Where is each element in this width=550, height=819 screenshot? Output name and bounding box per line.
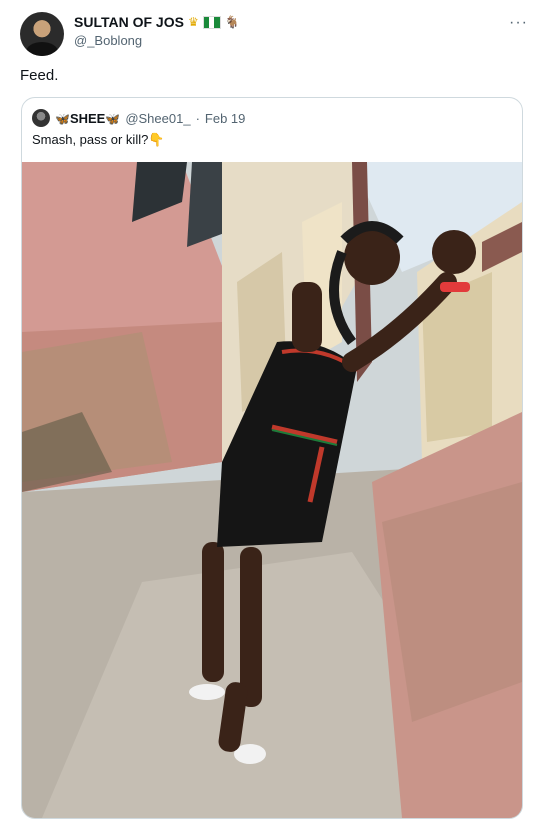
quoted-date[interactable]: Feb 19 — [205, 111, 245, 126]
butterfly-icon: 🦋 — [105, 111, 121, 126]
separator-dot: · — [195, 110, 200, 126]
more-horizontal-icon[interactable]: ··· — [509, 14, 528, 32]
quoted-photo[interactable] — [22, 162, 522, 818]
quoted-text: Smash, pass or kill?👇 — [32, 132, 165, 147]
quoted-display-name[interactable]: 🦋SHEE🦋 — [55, 111, 120, 126]
quoted-handle[interactable]: @Shee01_ — [125, 111, 190, 126]
quoted-avatar[interactable] — [32, 109, 50, 127]
quoted-display-name-text: SHEE — [69, 110, 106, 126]
author-display-name[interactable]: SULTAN OF JOS — [74, 14, 184, 30]
tweet: SULTAN OF JOS ♛ 🐐 @_Boblong ··· Feed. 🦋S… — [0, 0, 550, 819]
crown-emoji-icon: ♛ — [187, 15, 199, 29]
author-handle[interactable]: @_Boblong — [74, 33, 142, 48]
quoted-header: 🦋SHEE🦋 @Shee01_ · Feb 19 — [32, 109, 245, 127]
author-name-row: SULTAN OF JOS ♛ 🐐 — [74, 14, 240, 30]
author-avatar[interactable] — [20, 12, 64, 56]
butterfly-icon: 🦋 — [55, 111, 70, 126]
goat-emoji-icon: 🐐 — [224, 15, 240, 29]
tweet-text: Feed. — [20, 67, 59, 84]
quoted-tweet[interactable]: 🦋SHEE🦋 @Shee01_ · Feb 19 Smash, pass or … — [21, 97, 523, 819]
nigeria-flag-icon — [202, 15, 221, 29]
